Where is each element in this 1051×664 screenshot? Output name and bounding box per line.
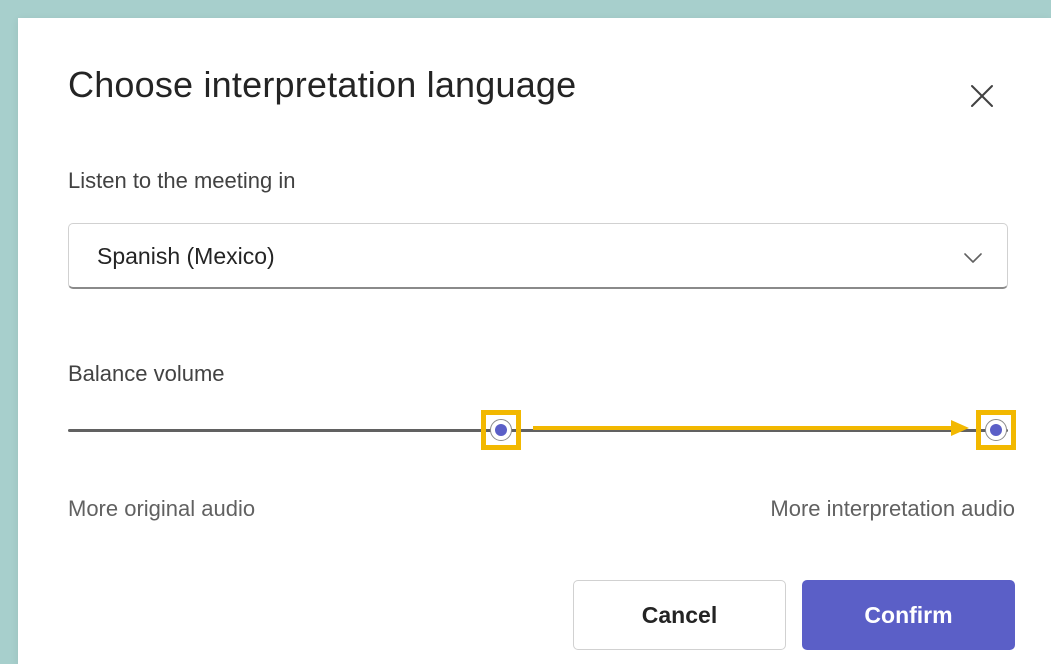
dialog-title: Choose interpretation language (68, 64, 577, 105)
balance-volume-label: Balance volume (68, 361, 225, 386)
close-button[interactable] (962, 76, 1002, 116)
min-audio-label: More original audio (68, 496, 256, 521)
language-dropdown-value: Spanish (Mexico) (97, 243, 275, 269)
confirm-button[interactable]: Confirm (802, 580, 1015, 650)
close-icon (971, 85, 993, 107)
language-label: Listen to the meeting in (68, 168, 296, 193)
chevron-down-icon (964, 253, 982, 263)
cancel-button[interactable]: Cancel (573, 580, 786, 650)
balance-volume-slider[interactable] (68, 410, 1016, 450)
language-dropdown[interactable]: Spanish (Mexico) (68, 223, 1008, 289)
slider-thumb-target[interactable] (985, 419, 1007, 441)
slider-thumb-current[interactable] (490, 419, 513, 441)
max-audio-label: More interpretation audio (770, 496, 1015, 521)
slider-track (68, 429, 1008, 432)
interpretation-dialog: Choose interpretation language Listen to… (18, 18, 1051, 664)
